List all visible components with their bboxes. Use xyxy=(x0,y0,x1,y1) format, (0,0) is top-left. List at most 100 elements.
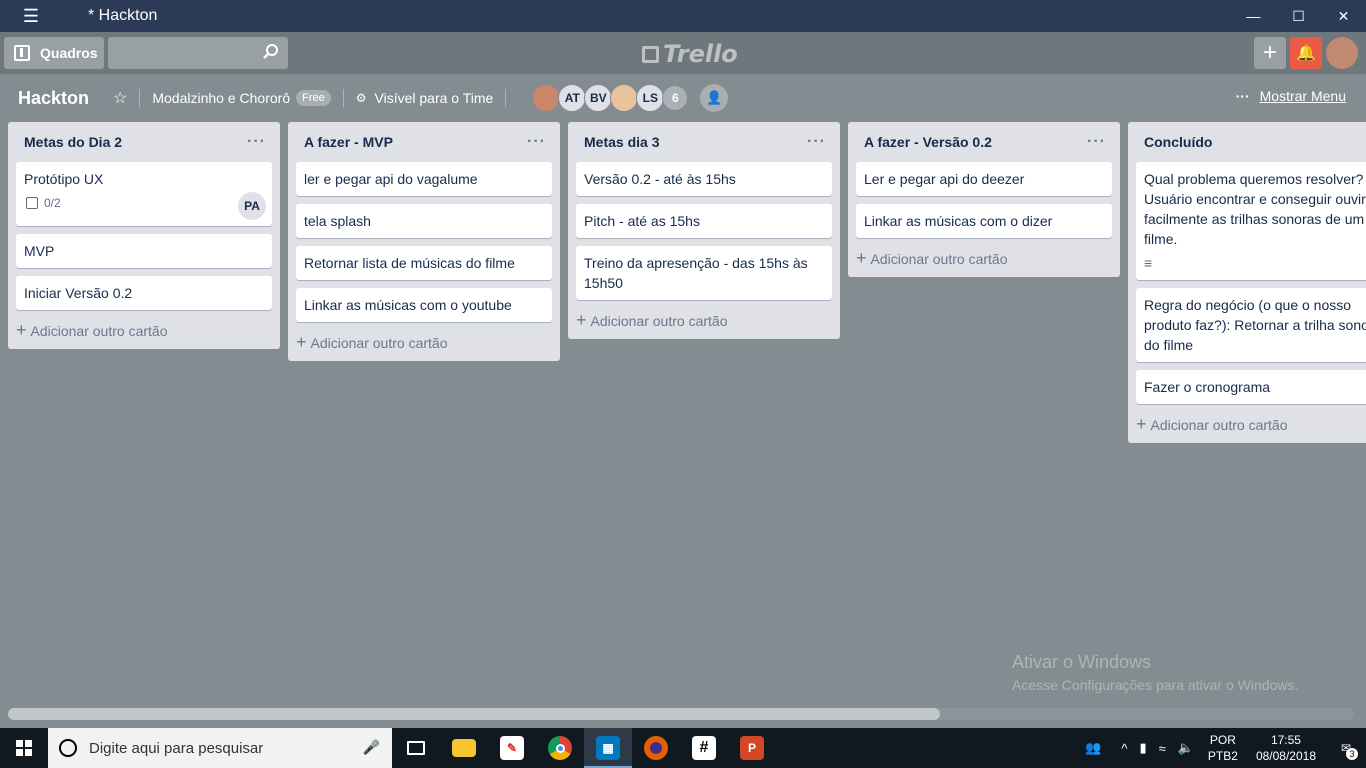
scrollbar-thumb[interactable] xyxy=(8,708,940,720)
card[interactable]: Retornar lista de músicas do filme xyxy=(296,246,552,280)
watermark-title: Ativar o Windows xyxy=(1012,652,1152,672)
powerpoint-icon[interactable]: P xyxy=(728,728,776,768)
search-icon[interactable] xyxy=(262,43,280,61)
card[interactable]: ler e pegar api do vagalume xyxy=(296,162,552,196)
notifications-button[interactable]: 🔔 xyxy=(1290,37,1322,69)
add-card-button[interactable]: + Adicionar outro cartão xyxy=(296,330,552,353)
trello-icon[interactable]: ▦ xyxy=(584,728,632,768)
microphone-icon[interactable]: 🎤 xyxy=(363,739,380,756)
card[interactable]: Linkar as músicas com o dizer xyxy=(856,204,1112,238)
member-avatar[interactable]: BV xyxy=(584,84,613,112)
member-avatar[interactable] xyxy=(532,84,561,112)
language-indicator[interactable]: POR PTB2 xyxy=(1208,732,1238,764)
member-avatar[interactable]: LS xyxy=(636,84,665,112)
user-avatar[interactable] xyxy=(1326,37,1358,69)
close-button[interactable]: ✕ xyxy=(1321,0,1366,32)
card-title: Qual problema queremos resolver? Usuário… xyxy=(1144,171,1366,247)
card[interactable]: Qual problema queremos resolver? Usuário… xyxy=(1136,162,1366,280)
plus-icon: + xyxy=(856,248,867,268)
member-count[interactable]: 6 xyxy=(662,85,689,111)
add-card-button[interactable]: + Adicionar outro cartão xyxy=(1136,412,1366,435)
app-header: Quadros Trello + 🔔 xyxy=(0,32,1366,74)
add-card-label: Adicionar outro cartão xyxy=(590,312,728,329)
horizontal-scrollbar[interactable] xyxy=(8,708,1354,720)
card[interactable]: Regra do negócio (o que o nosso produto … xyxy=(1136,288,1366,362)
add-card-label: Adicionar outro cartão xyxy=(870,250,1008,267)
create-button[interactable]: + xyxy=(1254,37,1286,69)
card[interactable]: Protótipo UX 0/2 PA xyxy=(16,162,272,226)
list-title[interactable]: A fazer - MVP xyxy=(304,134,393,150)
wifi-icon[interactable]: ≈ xyxy=(1159,741,1166,756)
volume-icon[interactable]: 🔈 xyxy=(1178,740,1194,756)
keyboard-layout: PTB2 xyxy=(1207,749,1238,763)
list-title[interactable]: Concluído xyxy=(1144,134,1212,150)
language-code: POR xyxy=(1209,733,1236,747)
card[interactable]: Fazer o cronograma xyxy=(1136,370,1366,404)
add-card-label: Adicionar outro cartão xyxy=(1150,416,1288,433)
list-header[interactable]: Metas do Dia 2 ··· xyxy=(16,122,272,162)
list-menu-icon[interactable]: ··· xyxy=(807,133,826,151)
maximize-button[interactable]: ☐ xyxy=(1276,0,1321,32)
checklist-count: 0/2 xyxy=(44,196,61,210)
chrome-icon[interactable] xyxy=(536,728,584,768)
visibility-label: Visível para o Time xyxy=(374,90,494,106)
battery-icon[interactable]: ▮ xyxy=(1139,740,1146,756)
card[interactable]: MVP xyxy=(16,234,272,268)
add-card-button[interactable]: + Adicionar outro cartão xyxy=(16,318,272,341)
list-header[interactable]: A fazer - Versão 0.2 ··· xyxy=(856,122,1112,162)
divider xyxy=(505,89,507,107)
member-avatar[interactable] xyxy=(610,84,639,112)
list-menu-icon[interactable]: ··· xyxy=(527,133,546,151)
board-title[interactable]: Hackton xyxy=(18,88,89,109)
taskbar-search-input[interactable] xyxy=(89,739,339,757)
list-header[interactable]: Concluído xyxy=(1136,122,1366,162)
card[interactable]: Treino da apresenção - das 15hs às 15h50 xyxy=(576,246,832,300)
trello-logo[interactable]: Trello xyxy=(642,40,738,68)
card[interactable]: Versão 0.2 - até às 15hs xyxy=(576,162,832,196)
logo-text: Trello xyxy=(663,40,738,68)
visibility-button[interactable]: ⚙ Visível para o Time xyxy=(356,90,494,106)
file-explorer-icon[interactable] xyxy=(440,728,488,768)
card-member-avatar[interactable]: PA xyxy=(238,192,266,220)
show-menu-button[interactable]: ··· Mostrar Menu xyxy=(1236,88,1346,104)
boards-button[interactable]: Quadros xyxy=(4,37,104,69)
list: Concluído Qual problema queremos resolve… xyxy=(1128,122,1366,443)
card[interactable]: Iniciar Versão 0.2 xyxy=(16,276,272,310)
minimize-button[interactable]: — xyxy=(1231,0,1276,32)
window-title: * Hackton xyxy=(88,7,158,24)
notifications-icon[interactable]: ✉ 3 xyxy=(1326,728,1366,768)
list-title[interactable]: Metas dia 3 xyxy=(584,134,659,150)
start-button[interactable] xyxy=(0,728,48,768)
card[interactable]: Ler e pegar api do deezer xyxy=(856,162,1112,196)
search-input[interactable] xyxy=(108,37,288,69)
hamburger-icon[interactable]: ☰ xyxy=(0,0,62,32)
chevron-up-icon[interactable]: ^ xyxy=(1121,741,1127,756)
list-menu-icon[interactable]: ··· xyxy=(247,133,266,151)
board-team[interactable]: Modalzinho e Chororô Free xyxy=(152,90,331,106)
search-box[interactable] xyxy=(108,37,288,69)
clock-date: 08/08/2018 xyxy=(1255,749,1316,763)
list-menu-icon[interactable]: ··· xyxy=(1087,133,1106,151)
card[interactable]: Linkar as músicas com o youtube xyxy=(296,288,552,322)
card-title: Pitch - até as 15hs xyxy=(584,213,700,229)
people-icon[interactable]: 👥 xyxy=(1085,740,1101,756)
task-view-icon[interactable] xyxy=(392,728,440,768)
firefox-icon[interactable] xyxy=(632,728,680,768)
list-title[interactable]: A fazer - Versão 0.2 xyxy=(864,134,992,150)
clock[interactable]: 17:55 08/08/2018 xyxy=(1256,732,1316,764)
star-icon[interactable]: ☆ xyxy=(113,88,127,108)
add-card-button[interactable]: + Adicionar outro cartão xyxy=(856,246,1112,269)
taskbar-search[interactable]: 🎤 xyxy=(48,728,392,768)
list-header[interactable]: Metas dia 3 ··· xyxy=(576,122,832,162)
add-card-button[interactable]: + Adicionar outro cartão xyxy=(576,308,832,331)
paint-icon[interactable]: ✎ xyxy=(488,728,536,768)
card[interactable]: tela splash xyxy=(296,204,552,238)
slack-icon[interactable]: # xyxy=(680,728,728,768)
member-avatar[interactable]: AT xyxy=(558,84,587,112)
boards-icon xyxy=(14,45,30,61)
list-header[interactable]: A fazer - MVP ··· xyxy=(296,122,552,162)
card[interactable]: Pitch - até as 15hs xyxy=(576,204,832,238)
invite-member-icon[interactable]: 👤 xyxy=(700,84,729,112)
card-title: Retornar lista de músicas do filme xyxy=(304,255,515,271)
list-title[interactable]: Metas do Dia 2 xyxy=(24,134,122,150)
